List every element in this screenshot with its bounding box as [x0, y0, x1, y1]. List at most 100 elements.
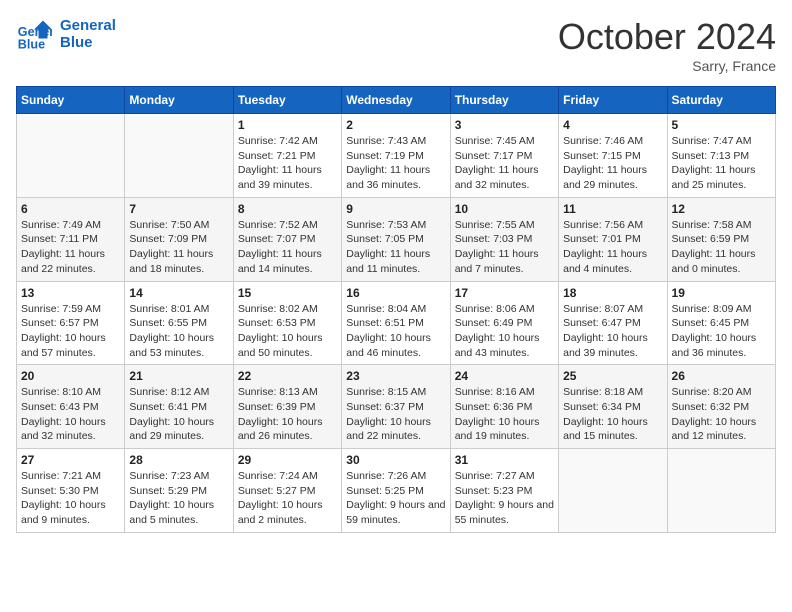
- day-info: Sunrise: 7:27 AM Sunset: 5:23 PM Dayligh…: [455, 469, 554, 528]
- calendar-cell: 13 Sunrise: 7:59 AM Sunset: 6:57 PM Dayli…: [17, 281, 125, 365]
- location-subtitle: Sarry, France: [558, 58, 776, 74]
- day-info: Sunrise: 7:56 AM Sunset: 7:01 PM Dayligh…: [563, 218, 662, 277]
- day-info: Sunrise: 8:18 AM Sunset: 6:34 PM Dayligh…: [563, 385, 662, 444]
- day-header-friday: Friday: [559, 87, 667, 114]
- calendar-week-3: 13 Sunrise: 7:59 AM Sunset: 6:57 PM Dayli…: [17, 281, 776, 365]
- day-info: Sunrise: 8:13 AM Sunset: 6:39 PM Dayligh…: [238, 385, 337, 444]
- title-block: October 2024 Sarry, France: [558, 16, 776, 74]
- day-header-monday: Monday: [125, 87, 233, 114]
- logo: General Blue General Blue: [16, 16, 116, 52]
- day-number: 12: [672, 202, 771, 216]
- day-number: 10: [455, 202, 554, 216]
- day-number: 3: [455, 118, 554, 132]
- day-header-wednesday: Wednesday: [342, 87, 450, 114]
- day-info: Sunrise: 8:10 AM Sunset: 6:43 PM Dayligh…: [21, 385, 120, 444]
- day-header-sunday: Sunday: [17, 87, 125, 114]
- calendar-cell: [17, 114, 125, 198]
- day-info: Sunrise: 7:53 AM Sunset: 7:05 PM Dayligh…: [346, 218, 445, 277]
- calendar-cell: 30Sunrise: 7:26 AM Sunset: 5:25 PM Dayli…: [342, 449, 450, 533]
- calendar-cell: 31 Sunrise: 7:27 AM Sunset: 5:23 PM Dayli…: [450, 449, 558, 533]
- day-info: Sunrise: 7:47 AM Sunset: 7:13 PM Dayligh…: [672, 134, 771, 193]
- day-info: Sunrise: 7:42 AM Sunset: 7:21 PM Dayligh…: [238, 134, 337, 193]
- calendar-cell: 23 Sunrise: 8:15 AM Sunset: 6:37 PM Dayli…: [342, 365, 450, 449]
- day-header-thursday: Thursday: [450, 87, 558, 114]
- day-number: 21: [129, 369, 228, 383]
- day-info: Sunrise: 7:52 AM Sunset: 7:07 PM Dayligh…: [238, 218, 337, 277]
- calendar-cell: 26 Sunrise: 8:20 AM Sunset: 6:32 PM Dayli…: [667, 365, 775, 449]
- calendar-cell: 5 Sunrise: 7:47 AM Sunset: 7:13 PM Daylig…: [667, 114, 775, 198]
- day-number: 25: [563, 369, 662, 383]
- logo-icon: General Blue: [16, 16, 52, 52]
- calendar-cell: 11 Sunrise: 7:56 AM Sunset: 7:01 PM Dayli…: [559, 197, 667, 281]
- day-number: 24: [455, 369, 554, 383]
- calendar-week-2: 6Sunrise: 7:49 AM Sunset: 7:11 PM Daylig…: [17, 197, 776, 281]
- day-number: 26: [672, 369, 771, 383]
- day-header-saturday: Saturday: [667, 87, 775, 114]
- day-header-tuesday: Tuesday: [233, 87, 341, 114]
- logo-line2: Blue: [60, 34, 116, 51]
- day-number: 9: [346, 202, 445, 216]
- day-info: Sunrise: 8:06 AM Sunset: 6:49 PM Dayligh…: [455, 302, 554, 361]
- day-number: 15: [238, 286, 337, 300]
- day-info: Sunrise: 8:02 AM Sunset: 6:53 PM Dayligh…: [238, 302, 337, 361]
- day-info: Sunrise: 7:23 AM Sunset: 5:29 PM Dayligh…: [129, 469, 228, 528]
- calendar-cell: 19Sunrise: 8:09 AM Sunset: 6:45 PM Dayli…: [667, 281, 775, 365]
- day-number: 30: [346, 453, 445, 467]
- calendar-cell: 4Sunrise: 7:46 AM Sunset: 7:15 PM Daylig…: [559, 114, 667, 198]
- calendar-cell: 7 Sunrise: 7:50 AM Sunset: 7:09 PM Daylig…: [125, 197, 233, 281]
- calendar-cell: [125, 114, 233, 198]
- svg-text:Blue: Blue: [18, 37, 45, 51]
- calendar-body: 1 Sunrise: 7:42 AM Sunset: 7:21 PM Daylig…: [17, 114, 776, 533]
- day-info: Sunrise: 7:43 AM Sunset: 7:19 PM Dayligh…: [346, 134, 445, 193]
- day-number: 13: [21, 286, 120, 300]
- day-info: Sunrise: 8:01 AM Sunset: 6:55 PM Dayligh…: [129, 302, 228, 361]
- day-number: 27: [21, 453, 120, 467]
- day-number: 8: [238, 202, 337, 216]
- day-number: 17: [455, 286, 554, 300]
- day-info: Sunrise: 8:04 AM Sunset: 6:51 PM Dayligh…: [346, 302, 445, 361]
- day-info: Sunrise: 7:55 AM Sunset: 7:03 PM Dayligh…: [455, 218, 554, 277]
- day-number: 14: [129, 286, 228, 300]
- calendar-cell: [559, 449, 667, 533]
- calendar-cell: 17 Sunrise: 8:06 AM Sunset: 6:49 PM Dayli…: [450, 281, 558, 365]
- day-info: Sunrise: 8:12 AM Sunset: 6:41 PM Dayligh…: [129, 385, 228, 444]
- calendar-cell: 16Sunrise: 8:04 AM Sunset: 6:51 PM Dayli…: [342, 281, 450, 365]
- calendar-cell: 28Sunrise: 7:23 AM Sunset: 5:29 PM Dayli…: [125, 449, 233, 533]
- day-number: 19: [672, 286, 771, 300]
- calendar-cell: 20Sunrise: 8:10 AM Sunset: 6:43 PM Dayli…: [17, 365, 125, 449]
- calendar-cell: 29 Sunrise: 7:24 AM Sunset: 5:27 PM Dayli…: [233, 449, 341, 533]
- day-number: 31: [455, 453, 554, 467]
- day-info: Sunrise: 7:59 AM Sunset: 6:57 PM Dayligh…: [21, 302, 120, 361]
- calendar-cell: [667, 449, 775, 533]
- day-info: Sunrise: 7:50 AM Sunset: 7:09 PM Dayligh…: [129, 218, 228, 277]
- day-info: Sunrise: 7:24 AM Sunset: 5:27 PM Dayligh…: [238, 469, 337, 528]
- day-info: Sunrise: 8:20 AM Sunset: 6:32 PM Dayligh…: [672, 385, 771, 444]
- page-header: General Blue General Blue October 2024 S…: [16, 16, 776, 74]
- calendar-cell: 10 Sunrise: 7:55 AM Sunset: 7:03 PM Dayli…: [450, 197, 558, 281]
- calendar-week-5: 27Sunrise: 7:21 AM Sunset: 5:30 PM Dayli…: [17, 449, 776, 533]
- day-info: Sunrise: 8:16 AM Sunset: 6:36 PM Dayligh…: [455, 385, 554, 444]
- day-info: Sunrise: 7:58 AM Sunset: 6:59 PM Dayligh…: [672, 218, 771, 277]
- calendar-cell: 9 Sunrise: 7:53 AM Sunset: 7:05 PM Daylig…: [342, 197, 450, 281]
- calendar-cell: 6Sunrise: 7:49 AM Sunset: 7:11 PM Daylig…: [17, 197, 125, 281]
- calendar-cell: 14 Sunrise: 8:01 AM Sunset: 6:55 PM Dayli…: [125, 281, 233, 365]
- day-info: Sunrise: 8:07 AM Sunset: 6:47 PM Dayligh…: [563, 302, 662, 361]
- calendar-week-1: 1 Sunrise: 7:42 AM Sunset: 7:21 PM Daylig…: [17, 114, 776, 198]
- day-number: 5: [672, 118, 771, 132]
- day-number: 7: [129, 202, 228, 216]
- day-info: Sunrise: 7:49 AM Sunset: 7:11 PM Dayligh…: [21, 218, 120, 277]
- logo-line1: General: [60, 17, 116, 34]
- calendar-cell: 24 Sunrise: 8:16 AM Sunset: 6:36 PM Dayli…: [450, 365, 558, 449]
- day-number: 29: [238, 453, 337, 467]
- day-number: 11: [563, 202, 662, 216]
- day-number: 1: [238, 118, 337, 132]
- day-number: 22: [238, 369, 337, 383]
- calendar-cell: 15 Sunrise: 8:02 AM Sunset: 6:53 PM Dayli…: [233, 281, 341, 365]
- day-number: 23: [346, 369, 445, 383]
- calendar-cell: 27Sunrise: 7:21 AM Sunset: 5:30 PM Dayli…: [17, 449, 125, 533]
- day-info: Sunrise: 7:46 AM Sunset: 7:15 PM Dayligh…: [563, 134, 662, 193]
- calendar-cell: 25 Sunrise: 8:18 AM Sunset: 6:34 PM Dayli…: [559, 365, 667, 449]
- calendar-cell: 3Sunrise: 7:45 AM Sunset: 7:17 PM Daylig…: [450, 114, 558, 198]
- calendar-cell: 1 Sunrise: 7:42 AM Sunset: 7:21 PM Daylig…: [233, 114, 341, 198]
- day-info: Sunrise: 8:15 AM Sunset: 6:37 PM Dayligh…: [346, 385, 445, 444]
